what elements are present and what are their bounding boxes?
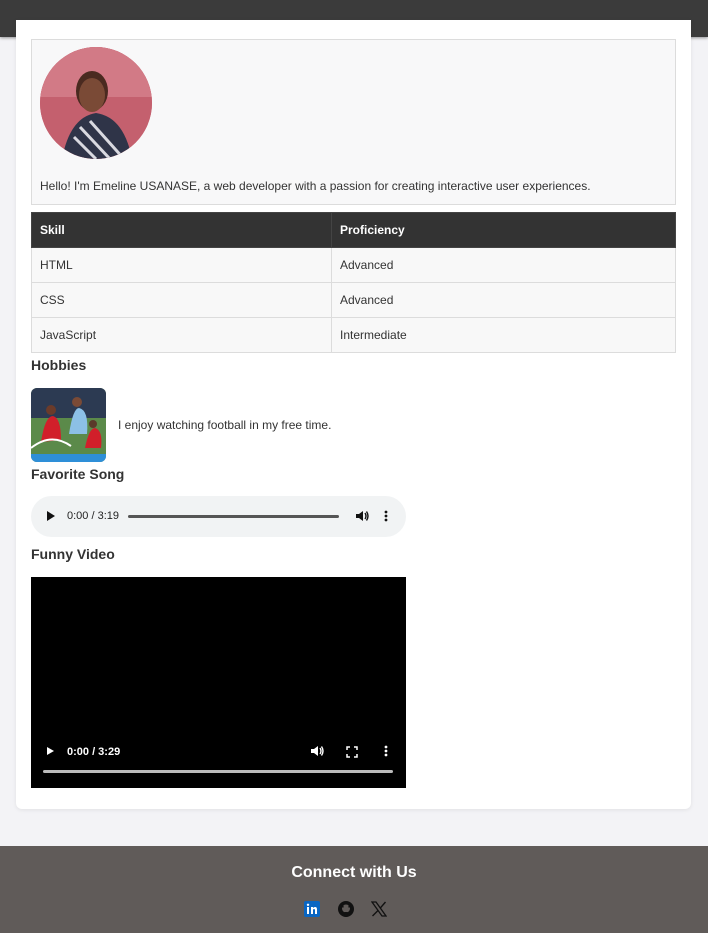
audio-time: 0:00 / 3:19: [67, 510, 119, 522]
video-time: 0:00 / 3:29: [67, 746, 121, 758]
play-icon[interactable]: [47, 511, 55, 521]
skill-cell: JavaScript: [31, 317, 332, 353]
volume-icon[interactable]: [355, 509, 369, 528]
table-row: JavaScript Intermediate: [31, 317, 676, 353]
x-icon[interactable]: [370, 901, 388, 922]
song-heading: Favorite Song: [31, 466, 125, 482]
audio-player[interactable]: 0:00 / 3:19: [31, 496, 406, 537]
video-player[interactable]: 0:00 / 3:29: [31, 577, 406, 788]
github-icon[interactable]: [338, 901, 354, 922]
table-row: CSS Advanced: [31, 282, 676, 318]
table-row: HTML Advanced: [31, 247, 676, 283]
footer: Connect with Us: [0, 846, 708, 933]
more-options-icon[interactable]: [383, 744, 389, 763]
profile-bio: Hello! I'm Emeline USANASE, a web develo…: [40, 179, 591, 193]
fullscreen-icon[interactable]: [346, 745, 358, 763]
proficiency-cell: Intermediate: [331, 317, 676, 353]
footer-title: Connect with Us: [291, 864, 417, 881]
column-header: Proficiency: [331, 212, 676, 248]
skill-cell: HTML: [31, 247, 332, 283]
profile-section: Hello! I'm Emeline USANASE, a web develo…: [31, 39, 676, 205]
play-icon[interactable]: [47, 747, 54, 755]
video-heading: Funny Video: [31, 546, 115, 562]
table-header-row: Skill Proficiency: [31, 212, 676, 248]
linkedin-icon[interactable]: [304, 901, 320, 922]
video-progress-bar[interactable]: [43, 770, 393, 773]
skills-table: Skill Proficiency HTML Advanced CSS Adva…: [31, 212, 676, 353]
column-header: Skill: [31, 212, 332, 248]
football-image: [31, 388, 106, 462]
profile-avatar: [40, 47, 152, 159]
audio-progress-bar[interactable]: [128, 515, 339, 518]
hobby-description: I enjoy watching football in my free tim…: [118, 418, 332, 432]
volume-icon[interactable]: [310, 744, 324, 763]
skill-cell: CSS: [31, 282, 332, 318]
hobbies-heading: Hobbies: [31, 357, 87, 373]
proficiency-cell: Advanced: [331, 247, 676, 283]
more-options-icon[interactable]: [383, 509, 389, 528]
proficiency-cell: Advanced: [331, 282, 676, 318]
